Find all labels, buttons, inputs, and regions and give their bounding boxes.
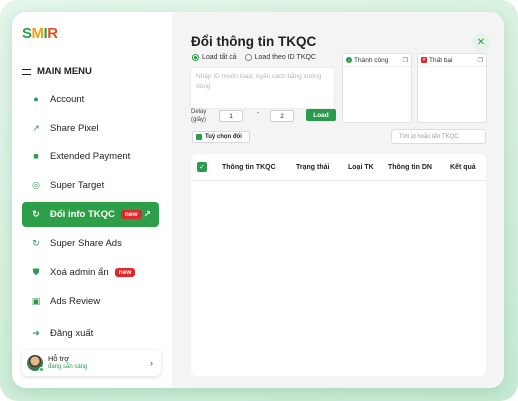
search-input[interactable]: Tìm id hoặc tên TKQC xyxy=(391,129,486,144)
logo-letter: S xyxy=(22,25,32,42)
delay-from-value: 1 xyxy=(229,112,233,120)
delay-from-input[interactable]: 1 xyxy=(219,110,243,122)
success-panel-header: ✓ Thành công ❐ xyxy=(343,54,411,67)
logo-letter: M xyxy=(31,25,45,42)
delay-label: Delay (giây) xyxy=(191,108,206,124)
sidebar-item-doi-info-tkqc[interactable]: ↻ Đổi info TKQC new ↗ xyxy=(22,202,159,227)
radio-load-all[interactable]: Load tất cả xyxy=(192,54,237,61)
support-name: Hỗ trợ xyxy=(48,354,70,363)
main-menu-label: MAIN MENU xyxy=(37,66,92,77)
screen-icon: ▣ xyxy=(31,295,41,306)
x-square-icon: ✕ xyxy=(421,57,427,63)
settings-icon xyxy=(196,134,202,140)
custom-change-label: Tuỳ chọn đổi xyxy=(205,134,242,140)
chevron-right-icon: › xyxy=(150,358,153,368)
column-header[interactable]: Loại TK xyxy=(348,164,374,171)
page-title: Đổi thông tin TKQC xyxy=(191,34,317,49)
sidebar-item-dang-xuat[interactable]: ➜ Đăng xuất xyxy=(22,321,159,345)
sidebar: SMIR MAIN MENU ● Account ↗ Share Pixel ■… xyxy=(12,12,172,388)
copy-icon[interactable]: ❐ xyxy=(403,57,408,64)
radio-checked-icon xyxy=(192,54,199,61)
support-card[interactable]: Hỗ trợ đang sẵn sàng › xyxy=(22,350,161,376)
copy-icon[interactable]: ❐ xyxy=(478,57,483,64)
radio-unchecked-icon xyxy=(244,54,252,61)
logo-letter: R xyxy=(47,25,58,42)
support-status: đang sẵn sàng xyxy=(48,364,88,370)
sidebar-item-account[interactable]: ● Account xyxy=(22,87,159,111)
load-button[interactable]: Load xyxy=(306,109,336,121)
delay-separator: - xyxy=(257,110,260,117)
sidebar-item-label: Super Share Ads xyxy=(50,237,122,249)
share-icon: ↗ xyxy=(32,122,40,133)
failed-panel[interactable]: ✕ Thất bại ❐ xyxy=(417,53,487,123)
success-panel[interactable]: ✓ Thành công ❐ xyxy=(342,53,412,123)
sidebar-item-label: Đăng xuất xyxy=(50,327,94,339)
failed-label: Thất bại xyxy=(429,56,453,64)
column-header[interactable]: Kết quả xyxy=(450,164,476,171)
menu-icon xyxy=(22,68,31,75)
sidebar-item-label: Super Target xyxy=(50,179,105,191)
sidebar-item-label: Share Pixel xyxy=(50,122,99,134)
user-icon: ● xyxy=(33,94,39,104)
sidebar-item-label: Account xyxy=(50,93,85,105)
online-status-dot xyxy=(39,367,44,372)
main-menu-header: MAIN MENU xyxy=(22,66,92,77)
main-panel: Đổi thông tin TKQC ✕ Load tất cả Load th… xyxy=(172,12,504,388)
close-button[interactable]: ✕ xyxy=(472,33,490,51)
sidebar-item-label: Extended Payment xyxy=(50,150,131,162)
load-mode-radio-group: Load tất cả Load theo ID TKQC xyxy=(192,54,335,61)
column-header[interactable]: Thông tin TKQC xyxy=(222,164,276,171)
custom-change-button[interactable]: Tuỳ chọn đổi xyxy=(192,131,250,143)
radio-load-by-id[interactable]: Load theo ID TKQC xyxy=(244,54,316,61)
card-icon: ■ xyxy=(33,151,39,161)
id-input-textarea[interactable]: Nhập ID muốn load, ngăn cách bằng xuống … xyxy=(190,67,335,109)
new-badge: new xyxy=(120,210,142,219)
sidebar-item-extended-payment[interactable]: ■ Extended Payment xyxy=(22,144,159,168)
shield-icon: ⛊ xyxy=(32,266,40,277)
column-header[interactable]: Trạng thái xyxy=(296,164,329,171)
sidebar-item-super-target[interactable]: ◎ Super Target xyxy=(22,173,159,197)
radio-label: Load theo ID TKQC xyxy=(254,54,316,61)
sidebar-item-share-pixel[interactable]: ↗ Share Pixel xyxy=(22,116,159,140)
sidebar-item-super-share-ads[interactable]: ↻ Super Share Ads xyxy=(22,231,159,255)
select-all-checkbox[interactable]: ✓ xyxy=(197,162,207,172)
column-header[interactable]: Thông tin DN xyxy=(388,164,432,171)
smit-logo[interactable]: SMIR xyxy=(22,25,58,42)
search-placeholder: Tìm id hoặc tên TKQC xyxy=(399,133,459,140)
delay-to-value: 2 xyxy=(280,112,284,120)
sidebar-item-xoa-admin-an[interactable]: ⛊ Xoá admin ẩn new xyxy=(22,260,159,284)
accounts-table: ✓ Thông tin TKQC Trạng thái Loại TK Thôn… xyxy=(191,154,486,376)
delay-to-input[interactable]: 2 xyxy=(270,110,294,122)
target-icon: ◎ xyxy=(32,179,40,190)
sidebar-item-ads-review[interactable]: ▣ Ads Review xyxy=(22,289,159,313)
close-icon: ✕ xyxy=(476,36,486,48)
arrow-up-right-icon: ↗ xyxy=(143,209,151,219)
logout-icon: ➜ xyxy=(32,327,40,338)
check-circle-icon: ✓ xyxy=(346,57,352,63)
delay-label-line: Delay xyxy=(191,109,207,115)
app-window: SMIR MAIN MENU ● Account ↗ Share Pixel ■… xyxy=(12,12,504,388)
refresh-icon: ↻ xyxy=(32,237,40,248)
sidebar-item-label: Đổi info TKQC xyxy=(50,209,115,220)
refresh-icon: ↻ xyxy=(32,209,40,219)
failed-panel-header: ✕ Thất bại ❐ xyxy=(418,54,486,67)
radio-label: Load tất cả xyxy=(202,54,237,61)
new-badge: new xyxy=(114,267,136,277)
textarea-placeholder: Nhập ID muốn load, ngăn cách bằng xuống … xyxy=(196,73,322,90)
table-header: ✓ Thông tin TKQC Trạng thái Loại TK Thôn… xyxy=(191,154,486,181)
sidebar-item-label: Ads Review xyxy=(50,295,101,307)
support-text: Hỗ trợ đang sẵn sàng xyxy=(48,354,87,372)
success-label: Thành công xyxy=(354,56,389,64)
delay-unit-label: (giây) xyxy=(191,117,207,123)
sidebar-item-label: Xoá admin ẩn xyxy=(50,266,109,278)
avatar xyxy=(27,355,44,372)
